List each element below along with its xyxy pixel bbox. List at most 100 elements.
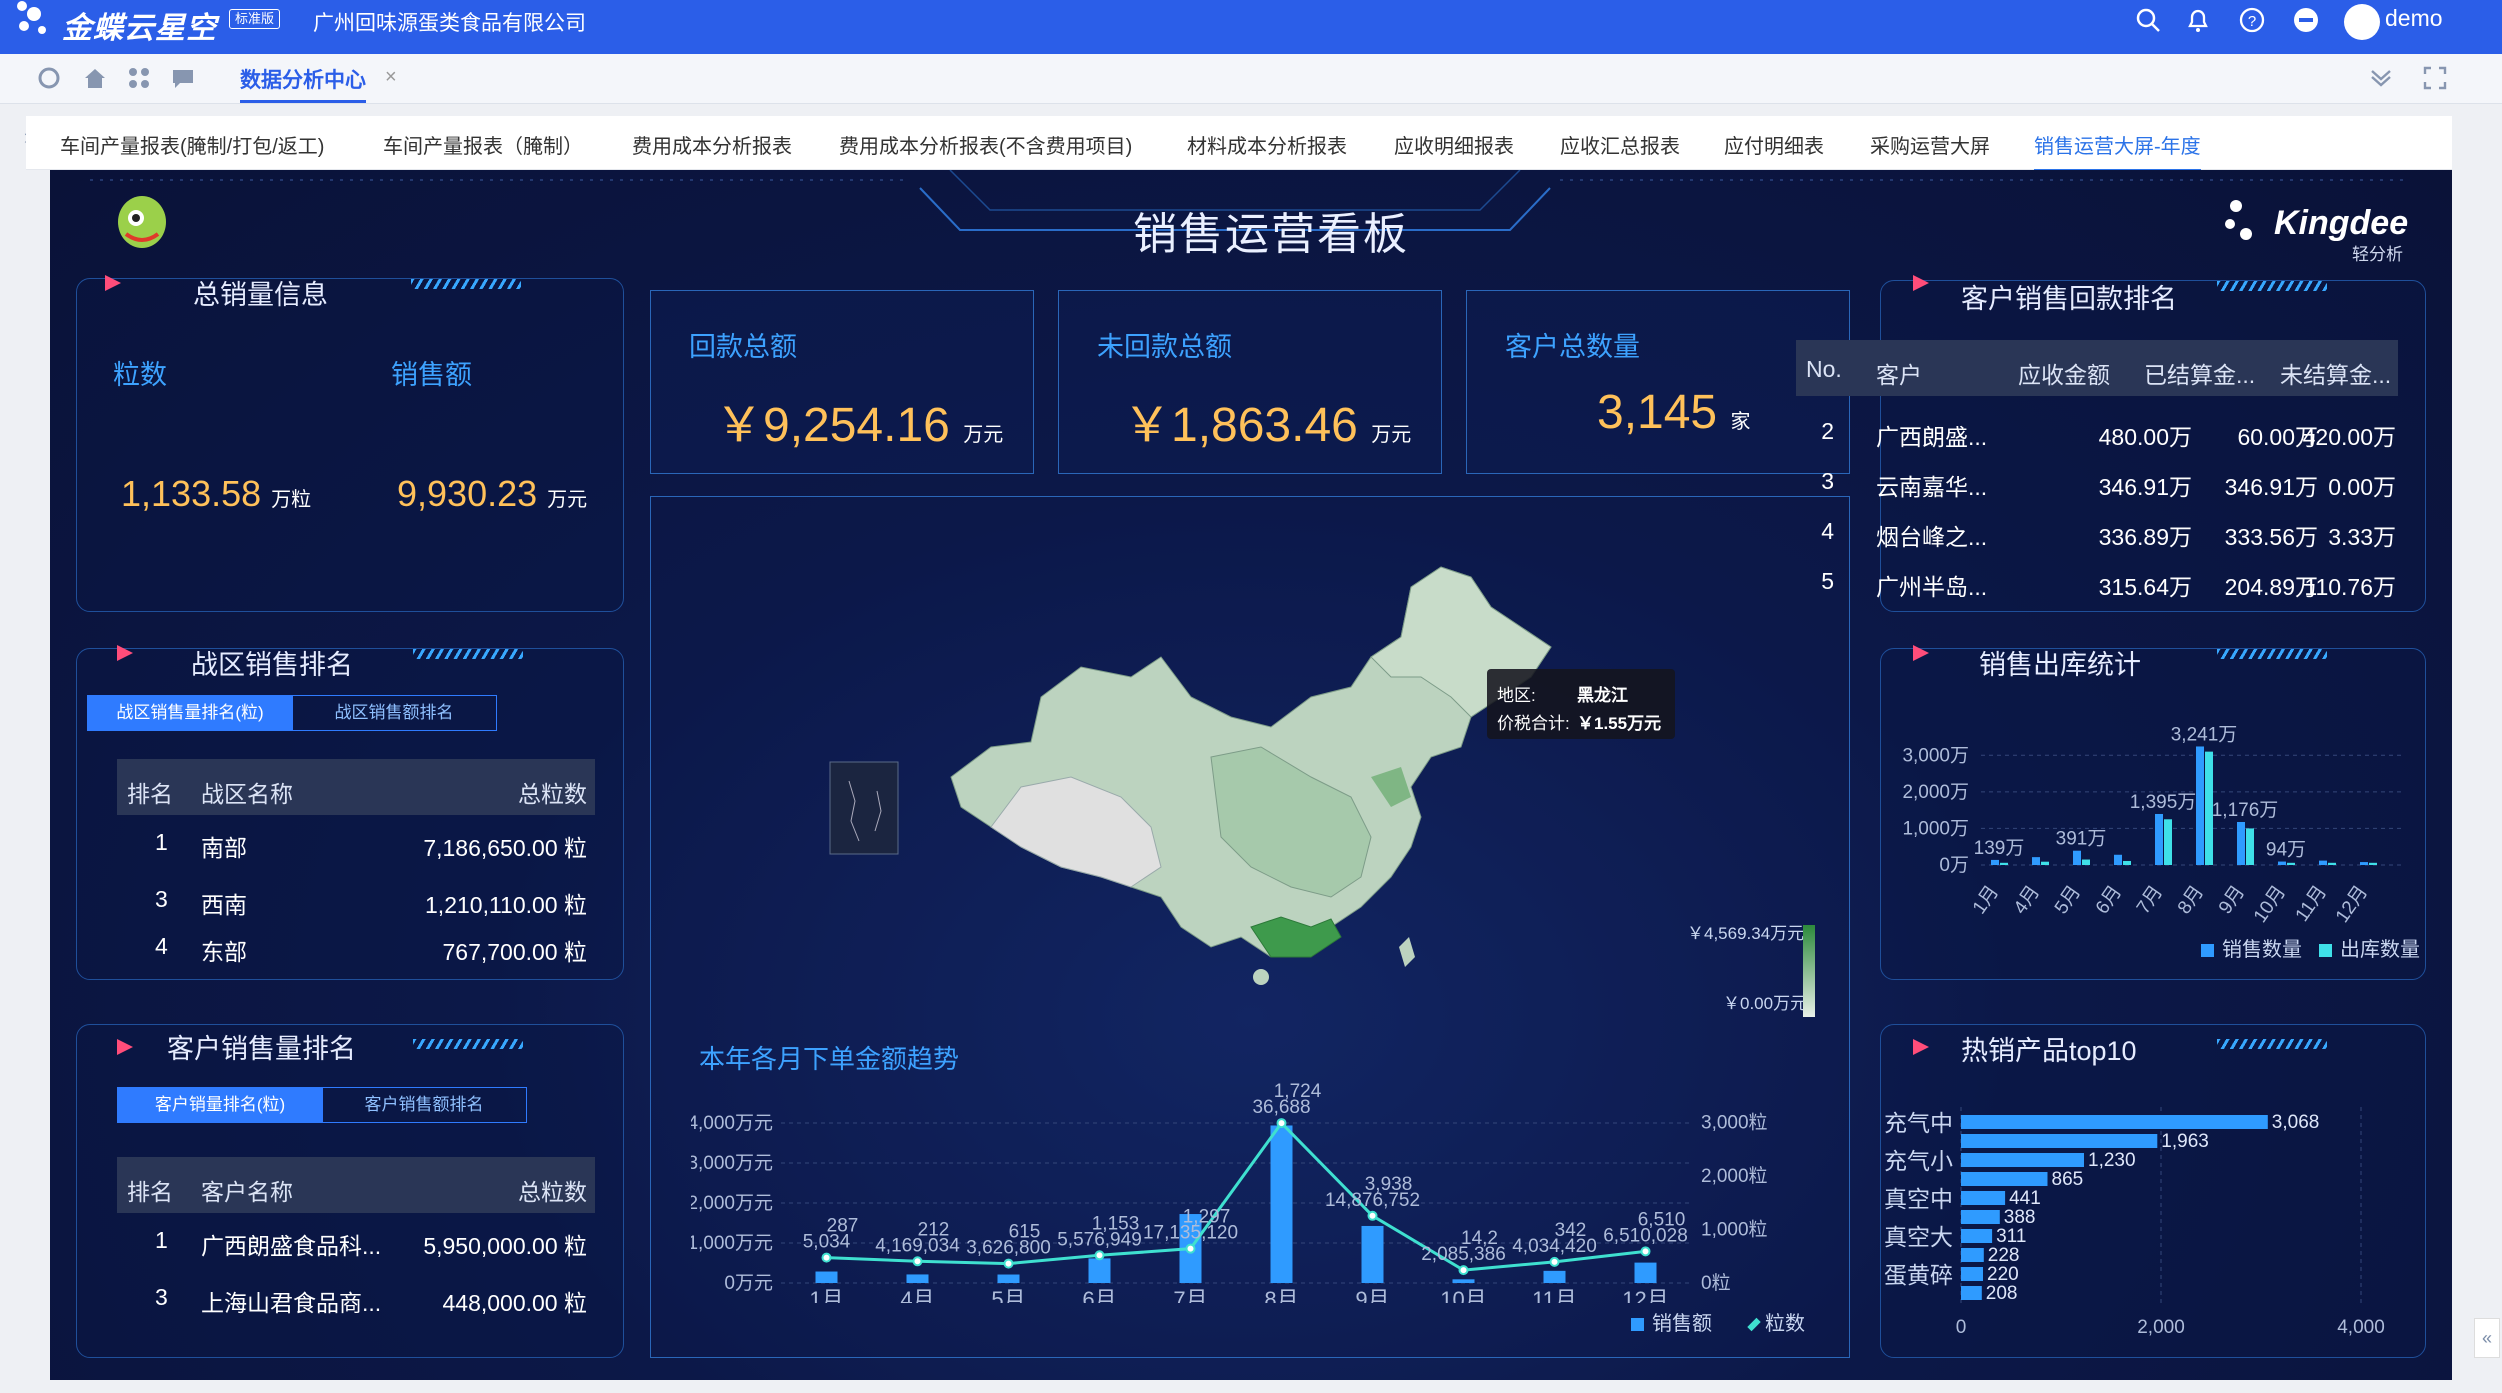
line-point xyxy=(1458,1265,1469,1276)
bar-sales-qty xyxy=(1991,859,1999,865)
subtab-purchase-dashboard[interactable]: 采购运营大屏 xyxy=(1870,130,1990,159)
bar-outbound-qty xyxy=(2287,862,2295,865)
zone-table-header: 排名 战区名称 总粒数 xyxy=(117,759,595,815)
panel-title: 热销产品top10 xyxy=(1961,1036,2137,1066)
y-tick-label-right: 1,000粒 xyxy=(1701,1219,1768,1241)
user-name[interactable]: demo xyxy=(2385,5,2443,32)
line-point xyxy=(1094,1250,1105,1261)
subtab-receivable-detail[interactable]: 应收明细报表 xyxy=(1394,130,1514,159)
bar-product xyxy=(1961,1286,1982,1300)
trend-legend-qty[interactable]: 粒数 xyxy=(1747,1307,1805,1336)
subtab-cost-analysis-nofee[interactable]: 费用成本分析报表(不含费用项目) xyxy=(839,130,1132,159)
qty-value: 1,133.58 万粒 xyxy=(121,473,312,514)
zone-qty-rank-tab[interactable]: 战区销售量排名(粒) xyxy=(87,695,293,731)
refresh-icon[interactable] xyxy=(36,65,62,91)
kpi-customer-count: 客户总数量 3,145 家 xyxy=(1466,290,1850,474)
amount-label: 销售额 xyxy=(391,360,472,390)
tab-close-icon[interactable]: × xyxy=(385,66,397,89)
x-tick-label: 6月 xyxy=(1082,1287,1116,1303)
top-products-chart: 0 2,000 4,0003,0681,9631,23086544138831122… xyxy=(1884,1107,2385,1338)
data-label: 1,963 xyxy=(2161,1131,2209,1152)
outbound-legend-out[interactable]: 出库数量 xyxy=(2319,933,2420,962)
x-tick-label: 9月 xyxy=(2215,882,2249,918)
menu-toggle-icon[interactable] xyxy=(2292,6,2320,34)
table-row: 1 广西朗盛食品科... 5,950,000.00 粒 xyxy=(155,1227,587,1259)
y-tick-label: 真空中 xyxy=(1884,1186,1953,1212)
bar-sales-qty xyxy=(2073,850,2081,865)
fullscreen-icon[interactable] xyxy=(2422,65,2448,91)
kpi-payment-outstanding: 未回款总额 ￥1,863.46 万元 xyxy=(1058,290,1442,474)
trend-title: 本年各月下单金额趋势 xyxy=(699,1044,960,1074)
line-point xyxy=(1276,1118,1287,1129)
home-icon[interactable] xyxy=(82,65,108,91)
kpi-payment-received: 回款总额 ￥9,254.16 万元 xyxy=(650,290,1034,474)
bell-icon[interactable] xyxy=(2184,6,2212,34)
outbound-chart: 3,000万 2,000万 1,000万 0万1月 4月 5月 6月 7月 8月 9月 10月 11月… xyxy=(1902,724,2401,927)
data-label: 208 xyxy=(1986,1283,2018,1304)
customer-qty-rank-tab[interactable]: 客户销量排名(粒) xyxy=(117,1087,323,1123)
trend-legend-sales[interactable]: 销售额 xyxy=(1631,1307,1712,1336)
message-icon[interactable] xyxy=(170,65,196,91)
collapse-right-icon[interactable]: « xyxy=(2474,1318,2500,1358)
data-label: 287 xyxy=(827,1216,859,1237)
subtab-material-cost[interactable]: 材料成本分析报表 xyxy=(1187,130,1347,159)
x-tick-label: 1月 xyxy=(809,1287,843,1303)
outbound-legend-sales[interactable]: 销售数量 xyxy=(2201,933,2302,962)
table-row: 2 广西朗盛... 480.00万 60.00万 420.00万 xyxy=(1821,418,2396,450)
bar-product xyxy=(1961,1191,2006,1205)
company-logo-icon xyxy=(118,196,166,248)
x-tick-label: 4月 xyxy=(2010,882,2044,918)
subtab-receivable-summary[interactable]: 应收汇总报表 xyxy=(1560,130,1680,159)
zone-amount-rank-tab[interactable]: 战区销售额排名 xyxy=(291,695,497,731)
x-tick-label: 2,000 xyxy=(2137,1317,2185,1338)
data-label: 1,176万 xyxy=(2212,800,2279,821)
help-icon[interactable]: ? xyxy=(2238,6,2266,34)
title-decoration xyxy=(2217,649,2327,659)
bar-sales-qty xyxy=(2319,860,2327,865)
data-label: 388 xyxy=(2004,1207,2036,1228)
title-decoration xyxy=(2217,281,2327,291)
top-products-panel: 热销产品top10 0 2,000 4,000 3,068 1,963 1,230 865 4… xyxy=(1880,1024,2426,1358)
title-decoration xyxy=(413,649,523,659)
customer-rank-panel: 客户销售量排名 客户销量排名(粒) 客户销售额排名 排名 客户名称 总粒数 1广… xyxy=(76,1024,624,1358)
avatar[interactable] xyxy=(2344,4,2380,40)
bar-product xyxy=(1961,1229,1993,1243)
apps-icon[interactable] xyxy=(126,65,152,91)
trend-chart: 4,000万元 3,000万元 2,000万元 1,000万元 0万元 3,000粒 2,0… xyxy=(691,1083,1768,1303)
bar-monthly-sales xyxy=(1452,1279,1475,1283)
search-icon[interactable] xyxy=(2134,6,2162,34)
tab-data-analysis[interactable]: 数据分析中心 xyxy=(240,64,366,103)
subtab-workshop-all[interactable]: 车间产量报表(腌制/打包/返工) xyxy=(60,130,324,159)
bar-outbound-qty xyxy=(2000,862,2008,865)
outbound-panel: 销售出库统计 3,000万 2,000万 1,000万 0万 1月 4月 5月 6月 7月 8月 9… xyxy=(1880,645,2426,980)
subtab-cost-analysis[interactable]: 费用成本分析报表 xyxy=(632,130,792,159)
subtab-sales-dashboard[interactable]: 销售运营大屏-年度 xyxy=(2034,130,2201,172)
bar-outbound-qty xyxy=(2082,859,2090,865)
bar-monthly-sales xyxy=(906,1274,929,1283)
x-tick-label: 6月 xyxy=(2092,882,2126,918)
x-tick-label: 1月 xyxy=(1969,882,2003,918)
customer-amount-rank-tab[interactable]: 客户销售额排名 xyxy=(321,1087,527,1123)
subtab-payable-detail[interactable]: 应付明细表 xyxy=(1724,130,1824,159)
china-map[interactable] xyxy=(931,547,1631,1017)
bar-product xyxy=(1961,1134,2158,1148)
bar-product xyxy=(1961,1210,2000,1224)
data-label: 1,230 xyxy=(2088,1150,2136,1171)
company-name[interactable]: 广州回味源蛋类食品有限公司 xyxy=(313,7,586,37)
chevron-down-icon[interactable] xyxy=(2368,65,2394,91)
subtab-workshop-pickled[interactable]: 车间产量报表（腌制） xyxy=(383,130,583,159)
bar-monthly-sales xyxy=(997,1274,1020,1283)
x-tick-label: 11月 xyxy=(2292,882,2331,926)
x-tick-label: 12月 xyxy=(2332,882,2372,927)
x-tick-label: 10月 xyxy=(1440,1287,1486,1303)
table-row: 3 西南 1,210,110.00 粒 xyxy=(155,886,587,918)
arrow-icon xyxy=(1913,645,1929,661)
data-label: 1,153 xyxy=(1092,1213,1140,1234)
customer-table-header: 排名 客户名称 总粒数 xyxy=(117,1157,595,1213)
data-label: 342 xyxy=(1555,1220,1587,1241)
data-label: 139万 xyxy=(1974,838,2025,859)
data-label: 212 xyxy=(918,1219,950,1240)
bar-sales-qty xyxy=(2360,862,2368,865)
data-label: 220 xyxy=(1987,1264,2019,1285)
map-scale-max: ￥4,569.34万元 xyxy=(1687,924,1805,943)
